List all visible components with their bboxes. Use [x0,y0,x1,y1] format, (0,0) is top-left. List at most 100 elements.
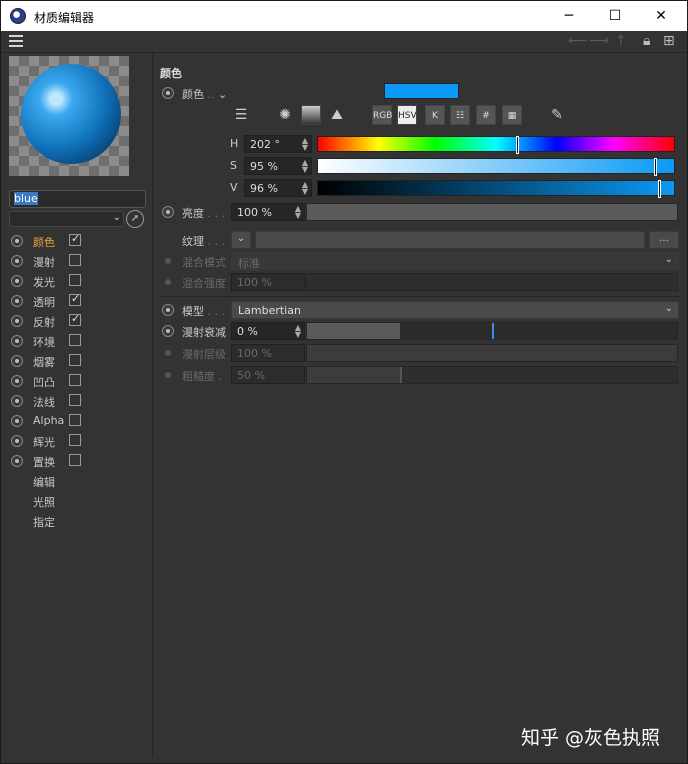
roughness-input[interactable]: 50 % [231,366,305,384]
diffuse-falloff-slider-handle[interactable] [492,323,494,339]
channel-checkbox[interactable] [69,354,81,366]
channel-checkbox[interactable] [69,274,81,286]
channel-checkbox[interactable] [69,334,81,346]
channel-checkbox[interactable] [69,414,81,426]
animate-radio-icon[interactable] [162,304,174,316]
channel-item[interactable]: 指定 [9,511,149,531]
saturation-input[interactable]: 95 % ▲ ▼ [244,157,312,175]
animate-radio-icon[interactable] [11,375,23,387]
spinner-icon[interactable]: ▲ ▼ [302,159,308,174]
diffuse-level-input[interactable]: 100 % [231,344,305,362]
animate-radio-icon[interactable] [11,315,23,327]
new-panel-icon[interactable]: ⊞ [663,33,675,49]
diffuse-falloff-slider[interactable] [306,322,678,340]
animate-radio-icon[interactable] [162,206,174,218]
channel-checkbox[interactable] [69,454,81,466]
close-button[interactable]: ✕ [638,1,684,31]
value-slider[interactable] [317,180,675,198]
brightness-slider[interactable] [306,203,678,221]
channel-checkbox[interactable] [69,254,81,266]
saturation-slider[interactable] [317,158,675,176]
spinner-icon[interactable]: ▲ ▼ [295,324,301,339]
animate-radio-icon[interactable] [11,355,23,367]
channel-item[interactable]: 透明 [9,291,149,311]
value-slider-handle[interactable] [658,180,661,198]
animate-radio-icon[interactable] [162,325,174,337]
hsv-mode-button[interactable]: HSV [397,105,417,125]
channel-item[interactable]: 发光 [9,271,149,291]
animate-radio-icon[interactable] [11,235,23,247]
hamburger-menu-icon[interactable] [9,35,23,47]
channel-item[interactable]: 法线 [9,391,149,411]
hue-slider[interactable] [317,136,675,154]
channel-item[interactable]: 反射 [9,311,149,331]
value-input[interactable]: 96 % ▲ ▼ [244,179,312,197]
material-preview[interactable] [9,56,129,176]
hue-input[interactable]: 202 ° ▲ ▼ [244,135,312,153]
animate-radio-icon[interactable] [11,295,23,307]
animate-radio-icon[interactable] [11,255,23,267]
spinner-icon[interactable]: ▲ ▼ [302,181,308,196]
hue-slider-handle[interactable] [516,136,519,154]
animate-radio-icon[interactable] [162,87,174,99]
channel-checkbox[interactable] [69,434,81,446]
channel-item[interactable]: 置换 [9,451,149,471]
image-picker-icon[interactable]: ⛰ [327,105,347,125]
animate-radio-icon[interactable] [11,335,23,347]
channel-label: 辉光 [33,436,55,449]
channel-item[interactable]: 辉光 [9,431,149,451]
channel-checkbox[interactable] [69,394,81,406]
material-selector[interactable]: ⌄ [9,211,124,227]
roughness-slider-handle[interactable] [400,367,402,383]
roughness-slider[interactable] [306,366,678,384]
channel-item[interactable]: Alpha [9,411,149,431]
saturation-slider-handle[interactable] [654,158,657,176]
blend-strength-input[interactable]: 100 % [231,273,305,291]
material-name-field[interactable]: blue [9,190,146,208]
swatch-grid-icon[interactable]: ▦ [502,105,522,125]
maximize-button[interactable]: ☐ [592,1,638,31]
channel-item[interactable]: 凹凸 [9,371,149,391]
channel-item[interactable]: 烟雾 [9,351,149,371]
color-wheel-icon[interactable]: ✺ [275,105,295,125]
animate-radio-icon[interactable] [11,455,23,467]
kelvin-mode-button[interactable]: K [425,105,445,125]
blend-strength-slider[interactable] [306,273,678,291]
minimize-button[interactable]: ─ [546,1,592,31]
up-arrow-icon[interactable]: ↑ [615,33,627,49]
texture-more-button[interactable]: ... [649,231,679,249]
color-swatch[interactable] [384,83,459,99]
diffuse-falloff-input[interactable]: 0 % ▲ ▼ [231,322,305,340]
channel-checkbox[interactable] [69,374,81,386]
animate-radio-icon[interactable] [11,435,23,447]
animate-radio-icon[interactable] [11,415,23,427]
texture-slot[interactable] [255,231,645,249]
pick-arrow-button[interactable]: ➚ [126,210,144,228]
channel-checkbox[interactable] [69,312,81,326]
rgb-mode-button[interactable]: RGB [372,105,392,125]
channel-checkbox[interactable] [69,232,81,246]
blend-mode-dropdown[interactable]: 标准 ⌄ [231,252,679,270]
back-arrow-icon[interactable]: ⟵ [568,33,588,49]
animate-radio-icon[interactable] [11,395,23,407]
channel-item[interactable]: 光照 [9,491,149,511]
lock-icon[interactable]: 🔒︎ [643,33,650,49]
spectrum-icon[interactable]: ☰ [231,105,251,125]
channel-item[interactable]: 环境 [9,331,149,351]
channel-item[interactable]: 漫射 [9,251,149,271]
model-dropdown[interactable]: Lambertian ⌄ [231,301,679,319]
gradient-icon[interactable] [301,105,321,125]
channel-item[interactable]: 颜色 [9,231,149,251]
eyedropper-icon[interactable]: ✎ [547,105,567,125]
channel-checkbox[interactable] [69,292,81,306]
mixer-icon[interactable]: ☷ [450,105,470,125]
texture-menu-button[interactable]: ⌄ [231,231,251,249]
channel-item[interactable]: 编辑 [9,471,149,491]
hex-mode-button[interactable]: # [476,105,496,125]
animate-radio-icon[interactable] [11,275,23,287]
spinner-icon[interactable]: ▲ ▼ [295,205,301,220]
spinner-icon[interactable]: ▲ ▼ [302,137,308,152]
diffuse-level-slider[interactable] [306,344,678,362]
forward-arrow-icon[interactable]: ⟶ [589,33,609,49]
brightness-input[interactable]: 100 % ▲ ▼ [231,203,305,221]
